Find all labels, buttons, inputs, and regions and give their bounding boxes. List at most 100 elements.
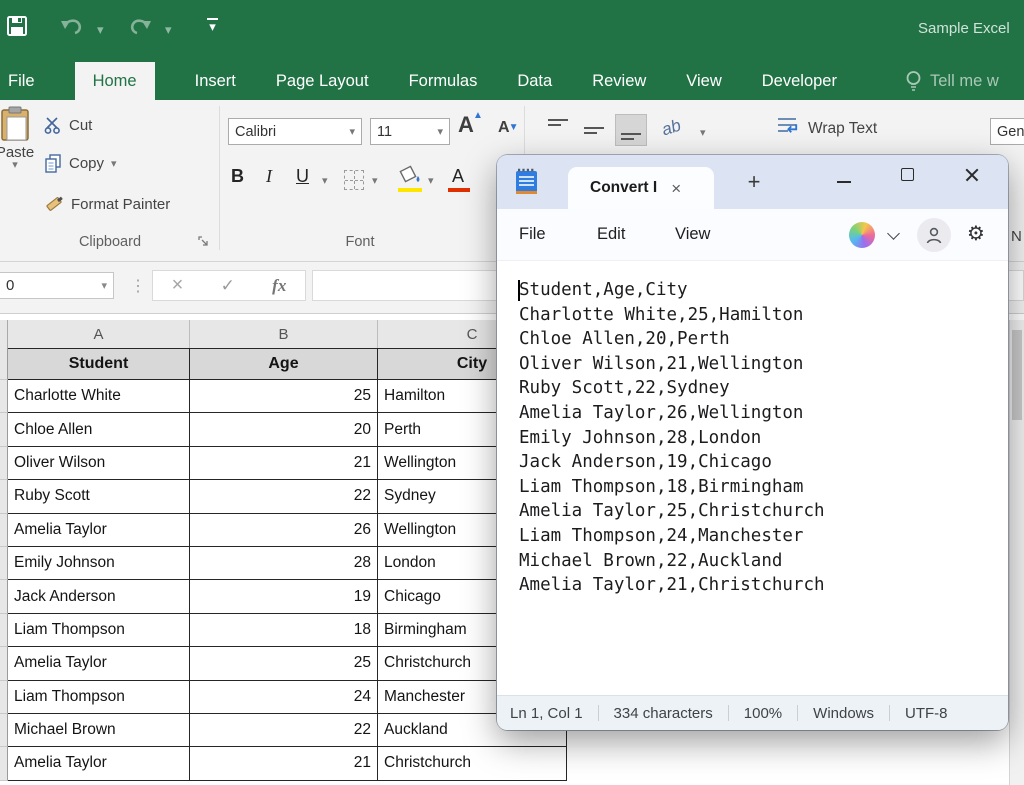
font-name-combo[interactable]: Calibri▾	[228, 118, 362, 145]
underline-button[interactable]: U	[296, 166, 309, 187]
header-cell-student[interactable]: Student	[8, 348, 190, 380]
number-format-combo[interactable]: General	[990, 118, 1024, 145]
tab-close-icon[interactable]: ×	[671, 180, 681, 197]
insert-function-icon[interactable]: fx	[272, 276, 286, 296]
row-header[interactable]	[0, 380, 8, 413]
ribbon-tab-view[interactable]: View	[686, 62, 721, 100]
cell-student[interactable]: Liam Thompson	[8, 681, 190, 714]
cell-age[interactable]: 25	[190, 380, 378, 413]
notepad-tab[interactable]: Convert I ×	[568, 167, 714, 209]
cell-age[interactable]: 20	[190, 413, 378, 446]
column-header-b[interactable]: B	[190, 320, 378, 348]
cell-student[interactable]: Liam Thompson	[8, 614, 190, 647]
cell-student[interactable]: Amelia Taylor	[8, 514, 190, 547]
row-header[interactable]	[0, 447, 8, 480]
dialog-launcher-icon[interactable]	[198, 236, 209, 247]
cell-age[interactable]: 28	[190, 547, 378, 580]
align-middle-icon[interactable]	[579, 114, 611, 146]
row-header[interactable]	[0, 647, 8, 680]
cell-student[interactable]: Oliver Wilson	[8, 447, 190, 480]
cell-student[interactable]: Amelia Taylor	[8, 747, 190, 780]
copilot-icon[interactable]	[849, 222, 875, 248]
row-header[interactable]	[0, 614, 8, 647]
row-header[interactable]	[0, 681, 8, 714]
row-header[interactable]	[0, 747, 8, 780]
bold-button[interactable]: B	[231, 166, 244, 187]
name-box-dropdown-icon[interactable]: ▾	[101, 279, 107, 292]
italic-button[interactable]: I	[266, 166, 272, 187]
ribbon-tab-file[interactable]: File	[8, 62, 35, 100]
ribbon-tab-page-layout[interactable]: Page Layout	[276, 62, 369, 100]
cell-student[interactable]: Chloe Allen	[8, 413, 190, 446]
fill-color-dropdown-icon[interactable]: ▾	[428, 174, 434, 187]
ribbon-tab-developer[interactable]: Developer	[762, 62, 837, 100]
cut-button[interactable]: Cut	[44, 116, 92, 134]
notepad-text-area[interactable]: Student,Age,City Charlotte White,25,Hami…	[497, 261, 1008, 695]
cell-age[interactable]: 21	[190, 447, 378, 480]
select-all-corner[interactable]	[0, 320, 8, 348]
ribbon-tab-review[interactable]: Review	[592, 62, 646, 100]
minimize-icon[interactable]	[837, 181, 851, 183]
paste-dropdown-icon[interactable]: ▾	[0, 161, 46, 169]
fill-color-icon[interactable]	[398, 164, 422, 186]
formula-bar-handle[interactable]: ⋮	[130, 276, 146, 296]
close-icon[interactable]	[963, 166, 981, 184]
ribbon-tab-home[interactable]: Home	[75, 62, 155, 100]
settings-icon[interactable]: ⚙	[967, 221, 985, 245]
cell-student[interactable]: Charlotte White	[8, 380, 190, 413]
row-header[interactable]	[0, 547, 8, 580]
ribbon-tab-insert[interactable]: Insert	[195, 62, 236, 100]
header-cell-age[interactable]: Age	[190, 348, 378, 380]
row-header[interactable]	[0, 714, 8, 747]
font-size-combo[interactable]: 11▾	[370, 118, 450, 145]
cell-student[interactable]: Ruby Scott	[8, 480, 190, 513]
cell-age[interactable]: 21	[190, 747, 378, 780]
redo-icon[interactable]	[128, 16, 152, 36]
vertical-scrollbar[interactable]	[1009, 320, 1024, 785]
notepad-titlebar[interactable]: Convert I × +	[497, 155, 1008, 209]
orientation-dropdown-icon[interactable]: ▾	[700, 126, 706, 139]
copy-button[interactable]: Copy ▾	[44, 154, 117, 173]
row-header[interactable]	[0, 514, 8, 547]
tell-me-box[interactable]: Tell me w	[905, 70, 999, 92]
column-header-a[interactable]: A	[8, 320, 190, 348]
format-painter-button[interactable]: Format Painter	[44, 194, 170, 214]
qat-customize-icon[interactable]: ▾	[207, 18, 218, 32]
name-box[interactable]: 0 ▾	[0, 272, 114, 299]
orientation-icon[interactable]: ab	[659, 116, 683, 141]
increase-font-icon[interactable]: A▲	[458, 112, 474, 138]
cell-age[interactable]: 24	[190, 681, 378, 714]
row-header[interactable]	[0, 348, 8, 380]
maximize-icon[interactable]	[901, 168, 914, 181]
menu-edit[interactable]: Edit	[597, 225, 625, 244]
cell-age[interactable]: 25	[190, 647, 378, 680]
scrollbar-thumb[interactable]	[1012, 330, 1022, 420]
cell-student[interactable]: Michael Brown	[8, 714, 190, 747]
cell-age[interactable]: 19	[190, 580, 378, 613]
cell-student[interactable]: Emily Johnson	[8, 547, 190, 580]
borders-dropdown-icon[interactable]: ▾	[372, 174, 378, 187]
save-icon[interactable]	[6, 15, 28, 37]
undo-dropdown-icon[interactable]: ▾	[97, 22, 104, 38]
redo-dropdown-icon[interactable]: ▾	[165, 22, 172, 38]
row-header[interactable]	[0, 580, 8, 613]
cell-age[interactable]: 22	[190, 480, 378, 513]
decrease-font-icon[interactable]: A▼	[498, 119, 510, 137]
cell-student[interactable]: Amelia Taylor	[8, 647, 190, 680]
underline-dropdown-icon[interactable]: ▾	[322, 174, 328, 187]
borders-icon[interactable]	[344, 170, 364, 190]
align-top-icon[interactable]	[543, 114, 575, 146]
cell-age[interactable]: 22	[190, 714, 378, 747]
undo-icon[interactable]	[60, 16, 84, 36]
cell-student[interactable]: Jack Anderson	[8, 580, 190, 613]
wrap-text-label[interactable]: Wrap Text	[808, 120, 877, 138]
ribbon-tab-data[interactable]: Data	[517, 62, 552, 100]
cell-city[interactable]: Christchurch	[378, 747, 567, 780]
copy-dropdown-icon[interactable]: ▾	[111, 157, 117, 170]
row-header[interactable]	[0, 413, 8, 446]
account-icon[interactable]	[917, 218, 951, 252]
font-color-icon[interactable]: A	[452, 166, 464, 187]
new-tab-icon[interactable]: +	[737, 165, 771, 199]
chevron-down-icon[interactable]	[887, 227, 900, 240]
ribbon-tab-formulas[interactable]: Formulas	[409, 62, 478, 100]
